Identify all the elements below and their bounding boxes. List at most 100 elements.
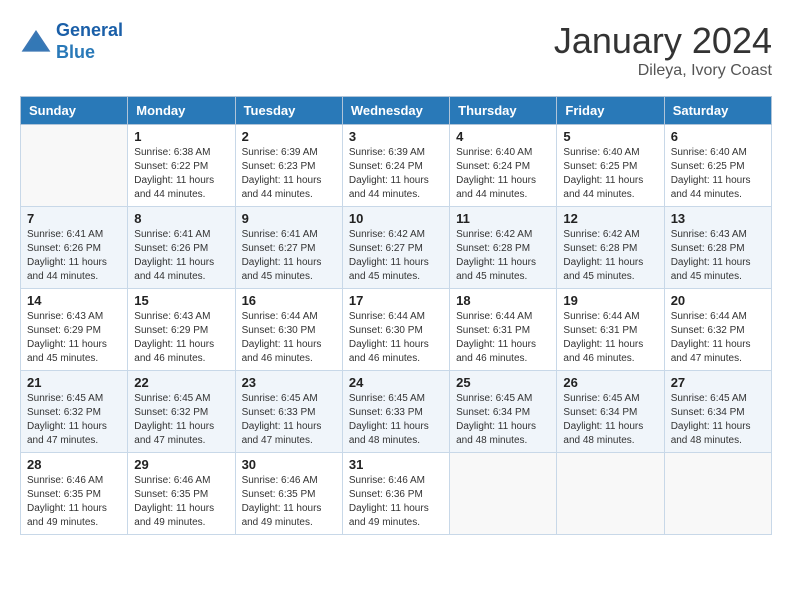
calendar-cell — [664, 453, 771, 535]
calendar-cell: 10Sunrise: 6:42 AM Sunset: 6:27 PM Dayli… — [342, 207, 449, 289]
day-info: Sunrise: 6:45 AM Sunset: 6:33 PM Dayligh… — [349, 392, 443, 448]
day-header-tuesday: Tuesday — [235, 97, 342, 125]
day-header-friday: Friday — [557, 97, 664, 125]
day-info: Sunrise: 6:45 AM Sunset: 6:34 PM Dayligh… — [456, 392, 550, 448]
day-info: Sunrise: 6:42 AM Sunset: 6:28 PM Dayligh… — [456, 228, 550, 284]
day-info: Sunrise: 6:40 AM Sunset: 6:24 PM Dayligh… — [456, 146, 550, 202]
calendar-cell: 1Sunrise: 6:38 AM Sunset: 6:22 PM Daylig… — [128, 125, 235, 207]
day-number: 2 — [242, 129, 336, 144]
calendar-cell: 25 Sunrise: 6:45 AM Sunset: 6:34 PM Dayli… — [450, 371, 557, 453]
day-number: 11 — [456, 211, 550, 226]
day-number: 28 — [27, 457, 121, 472]
day-info: Sunrise: 6:44 AM Sunset: 6:30 PM Dayligh… — [242, 310, 336, 366]
day-header-monday: Monday — [128, 97, 235, 125]
day-info: Sunrise: 6:39 AM Sunset: 6:23 PM Dayligh… — [242, 146, 336, 202]
day-number: 7 — [27, 211, 121, 226]
calendar-cell: 23 Sunrise: 6:45 AM Sunset: 6:33 PM Dayli… — [235, 371, 342, 453]
day-info: Sunrise: 6:42 AM Sunset: 6:28 PM Dayligh… — [563, 228, 657, 284]
calendar-cell: 2 Sunrise: 6:39 AM Sunset: 6:23 PM Daylig… — [235, 125, 342, 207]
location: Dileya, Ivory Coast — [554, 62, 772, 80]
day-number: 31 — [349, 457, 443, 472]
day-number: 8 — [134, 211, 228, 226]
calendar-cell: 13 Sunrise: 6:43 AM Sunset: 6:28 PM Dayli… — [664, 207, 771, 289]
calendar-cell: 22Sunrise: 6:45 AM Sunset: 6:32 PM Dayli… — [128, 371, 235, 453]
day-number: 6 — [671, 129, 765, 144]
calendar-cell: 4 Sunrise: 6:40 AM Sunset: 6:24 PM Daylig… — [450, 125, 557, 207]
calendar-cell: 15 Sunrise: 6:43 AM Sunset: 6:29 PM Dayli… — [128, 289, 235, 371]
day-info: Sunrise: 6:40 AM Sunset: 6:25 PM Dayligh… — [563, 146, 657, 202]
day-number: 22 — [134, 375, 228, 390]
day-number: 18 — [456, 293, 550, 308]
day-info: Sunrise: 6:45 AM Sunset: 6:32 PM Dayligh… — [27, 392, 121, 448]
calendar-cell: 8 Sunrise: 6:41 AM Sunset: 6:26 PM Daylig… — [128, 207, 235, 289]
day-info: Sunrise: 6:43 AM Sunset: 6:29 PM Dayligh… — [27, 310, 121, 366]
page-header: General Blue January 2024 Dileya, Ivory … — [20, 20, 772, 80]
day-info: Sunrise: 6:46 AM Sunset: 6:36 PM Dayligh… — [349, 474, 443, 530]
day-number: 19 — [563, 293, 657, 308]
day-info: Sunrise: 6:45 AM Sunset: 6:34 PM Dayligh… — [671, 392, 765, 448]
day-number: 14 — [27, 293, 121, 308]
day-info: Sunrise: 6:44 AM Sunset: 6:30 PM Dayligh… — [349, 310, 443, 366]
day-number: 24 — [349, 375, 443, 390]
calendar-cell: 6Sunrise: 6:40 AM Sunset: 6:25 PM Daylig… — [664, 125, 771, 207]
day-number: 16 — [242, 293, 336, 308]
calendar-cell: 3Sunrise: 6:39 AM Sunset: 6:24 PM Daylig… — [342, 125, 449, 207]
logo-text: General Blue — [56, 20, 123, 63]
week-row-1: 1Sunrise: 6:38 AM Sunset: 6:22 PM Daylig… — [21, 125, 772, 207]
day-number: 29 — [134, 457, 228, 472]
week-row-4: 21 Sunrise: 6:45 AM Sunset: 6:32 PM Dayli… — [21, 371, 772, 453]
day-info: Sunrise: 6:41 AM Sunset: 6:26 PM Dayligh… — [134, 228, 228, 284]
calendar-table: SundayMondayTuesdayWednesdayThursdayFrid… — [20, 96, 772, 535]
week-row-5: 28 Sunrise: 6:46 AM Sunset: 6:35 PM Dayli… — [21, 453, 772, 535]
day-info: Sunrise: 6:46 AM Sunset: 6:35 PM Dayligh… — [134, 474, 228, 530]
calendar-cell: 24 Sunrise: 6:45 AM Sunset: 6:33 PM Dayli… — [342, 371, 449, 453]
calendar-cell: 12Sunrise: 6:42 AM Sunset: 6:28 PM Dayli… — [557, 207, 664, 289]
calendar-cell: 30Sunrise: 6:46 AM Sunset: 6:35 PM Dayli… — [235, 453, 342, 535]
calendar-cell: 17 Sunrise: 6:44 AM Sunset: 6:30 PM Dayli… — [342, 289, 449, 371]
day-number: 4 — [456, 129, 550, 144]
day-header-sunday: Sunday — [21, 97, 128, 125]
calendar-cell — [557, 453, 664, 535]
day-header-thursday: Thursday — [450, 97, 557, 125]
calendar-cell: 27 Sunrise: 6:45 AM Sunset: 6:34 PM Dayli… — [664, 371, 771, 453]
day-info: Sunrise: 6:41 AM Sunset: 6:26 PM Dayligh… — [27, 228, 121, 284]
calendar-cell: 11 Sunrise: 6:42 AM Sunset: 6:28 PM Dayli… — [450, 207, 557, 289]
logo-icon — [20, 26, 52, 58]
day-info: Sunrise: 6:44 AM Sunset: 6:32 PM Dayligh… — [671, 310, 765, 366]
day-info: Sunrise: 6:45 AM Sunset: 6:33 PM Dayligh… — [242, 392, 336, 448]
day-number: 17 — [349, 293, 443, 308]
day-info: Sunrise: 6:44 AM Sunset: 6:31 PM Dayligh… — [456, 310, 550, 366]
day-header-saturday: Saturday — [664, 97, 771, 125]
day-number: 5 — [563, 129, 657, 144]
day-info: Sunrise: 6:41 AM Sunset: 6:27 PM Dayligh… — [242, 228, 336, 284]
calendar-cell: 28Sunrise: 6:46 AM Sunset: 6:35 PM Dayli… — [21, 453, 128, 535]
day-number: 15 — [134, 293, 228, 308]
day-number: 13 — [671, 211, 765, 226]
day-info: Sunrise: 6:44 AM Sunset: 6:31 PM Dayligh… — [563, 310, 657, 366]
calendar-cell: 9 Sunrise: 6:41 AM Sunset: 6:27 PM Daylig… — [235, 207, 342, 289]
day-number: 3 — [349, 129, 443, 144]
calendar-cell — [450, 453, 557, 535]
calendar-cell: 21 Sunrise: 6:45 AM Sunset: 6:32 PM Dayli… — [21, 371, 128, 453]
calendar-cell: 26Sunrise: 6:45 AM Sunset: 6:34 PM Dayli… — [557, 371, 664, 453]
calendar-cell: 20Sunrise: 6:44 AM Sunset: 6:32 PM Dayli… — [664, 289, 771, 371]
day-info: Sunrise: 6:43 AM Sunset: 6:28 PM Dayligh… — [671, 228, 765, 284]
calendar-cell: 29 Sunrise: 6:46 AM Sunset: 6:35 PM Dayli… — [128, 453, 235, 535]
calendar-cell: 19 Sunrise: 6:44 AM Sunset: 6:31 PM Dayli… — [557, 289, 664, 371]
day-number: 25 — [456, 375, 550, 390]
calendar-cell: 14 Sunrise: 6:43 AM Sunset: 6:29 PM Dayli… — [21, 289, 128, 371]
day-number: 27 — [671, 375, 765, 390]
day-number: 23 — [242, 375, 336, 390]
calendar-cell: 5 Sunrise: 6:40 AM Sunset: 6:25 PM Daylig… — [557, 125, 664, 207]
calendar-cell: 31 Sunrise: 6:46 AM Sunset: 6:36 PM Dayli… — [342, 453, 449, 535]
day-info: Sunrise: 6:43 AM Sunset: 6:29 PM Dayligh… — [134, 310, 228, 366]
calendar-cell: 16 Sunrise: 6:44 AM Sunset: 6:30 PM Dayli… — [235, 289, 342, 371]
day-info: Sunrise: 6:38 AM Sunset: 6:22 PM Dayligh… — [134, 146, 228, 202]
day-info: Sunrise: 6:45 AM Sunset: 6:34 PM Dayligh… — [563, 392, 657, 448]
logo-general: General — [56, 20, 123, 40]
day-info: Sunrise: 6:42 AM Sunset: 6:27 PM Dayligh… — [349, 228, 443, 284]
day-number: 21 — [27, 375, 121, 390]
calendar-body: 1Sunrise: 6:38 AM Sunset: 6:22 PM Daylig… — [21, 125, 772, 535]
week-row-2: 7 Sunrise: 6:41 AM Sunset: 6:26 PM Daylig… — [21, 207, 772, 289]
day-number: 9 — [242, 211, 336, 226]
